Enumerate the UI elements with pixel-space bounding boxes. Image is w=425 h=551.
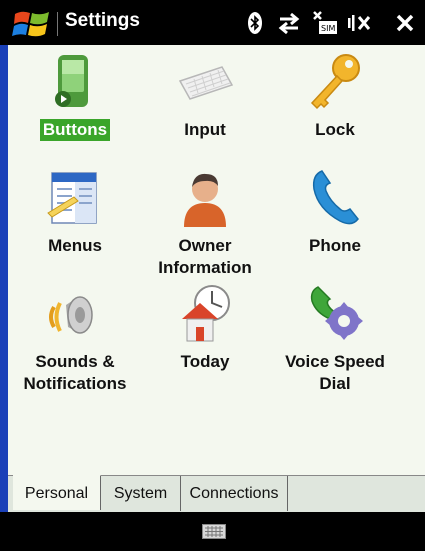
home-clock-icon: [182, 285, 230, 342]
phone-handset-icon: [312, 170, 359, 225]
settings-item-menus[interactable]: Menus: [10, 167, 140, 257]
settings-item-label: Owner Information: [158, 236, 252, 277]
speaker-muted-icon[interactable]: [347, 10, 379, 36]
settings-item-label: Voice Speed Dial: [285, 352, 385, 393]
settings-grid: Buttons Input Lock Menus Owner Informati…: [8, 45, 425, 475]
tab-system[interactable]: System: [101, 476, 181, 511]
key-icon: [310, 54, 360, 110]
menu-document-icon: [47, 172, 97, 224]
settings-item-label: Menus: [48, 236, 102, 255]
bottom-bar: [0, 512, 425, 551]
settings-item-label: Buttons: [39, 119, 111, 141]
settings-item-voice-speed-dial[interactable]: Voice Speed Dial: [270, 283, 400, 395]
window-title: Settings: [65, 10, 140, 31]
settings-item-label: Lock: [315, 120, 355, 139]
phone-gear-icon: [310, 286, 363, 340]
tab-bar: Personal System Connections: [8, 475, 425, 513]
settings-item-lock[interactable]: Lock: [270, 51, 400, 141]
settings-item-phone[interactable]: Phone: [270, 167, 400, 257]
title-separator: [57, 12, 58, 36]
settings-item-sounds-notifications[interactable]: Sounds & Notifications: [10, 283, 140, 395]
settings-item-today[interactable]: Today: [140, 283, 270, 373]
tab-bar-empty: [288, 476, 425, 511]
person-icon: [184, 173, 226, 227]
connectivity-arrows-icon[interactable]: [277, 10, 301, 36]
svg-text:SIM: SIM: [321, 24, 335, 33]
settings-item-owner-information[interactable]: Owner Information: [140, 167, 270, 279]
tab-personal[interactable]: Personal: [13, 475, 101, 510]
windows-logo-icon[interactable]: [12, 8, 52, 40]
settings-item-input[interactable]: Input: [140, 51, 270, 141]
keyboard-toggle-icon[interactable]: [202, 524, 226, 539]
device-buttons-icon: [55, 55, 88, 107]
settings-item-label: Sounds & Notifications: [23, 352, 127, 393]
settings-item-label: Input: [184, 120, 226, 139]
settings-item-label: Phone: [309, 236, 361, 255]
speaker-icon: [49, 296, 93, 334]
bluetooth-icon[interactable]: [247, 10, 263, 36]
tab-connections[interactable]: Connections: [181, 476, 288, 511]
close-icon[interactable]: [395, 10, 415, 36]
settings-item-label: Today: [180, 352, 230, 371]
title-bar: Settings SIM: [0, 0, 425, 45]
left-edge-strip: [0, 45, 8, 515]
settings-item-buttons[interactable]: Buttons: [10, 51, 140, 141]
keyboard-icon: [178, 66, 234, 100]
no-sim-icon[interactable]: SIM: [312, 10, 338, 36]
